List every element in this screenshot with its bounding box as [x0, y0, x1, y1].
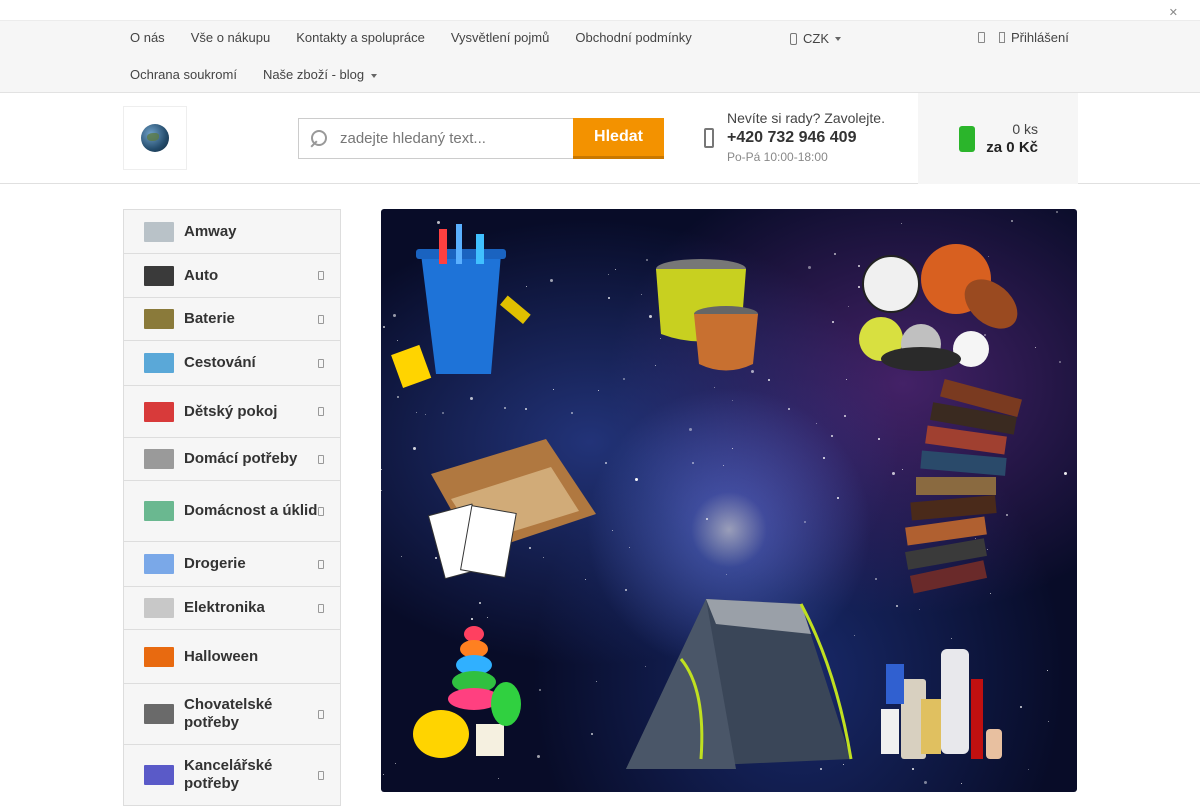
nav-link-label: Naše zboží - blog: [262, 67, 365, 82]
nav-link-nase-zbozi-blog[interactable]: Naše zboží - blog: [250, 57, 390, 93]
category-item-halloween[interactable]: Halloween: [124, 630, 340, 684]
login-link[interactable]: Přihlášení: [999, 30, 1069, 45]
category-label: Domácnost a úklid: [184, 502, 318, 519]
chevron-down-icon: [835, 36, 841, 41]
category-thumbnail-icon: [144, 265, 174, 286]
cart-icon: [959, 125, 975, 152]
top-strip: ✕: [0, 0, 1200, 21]
contact-phone[interactable]: +420 732 946 409: [727, 129, 885, 147]
close-icon[interactable]: ✕: [1169, 6, 1178, 19]
nav-link-o-nas[interactable]: O nás: [117, 21, 178, 57]
favorites-icon[interactable]: [978, 32, 985, 43]
nav-link-obchodni-podminky[interactable]: Obchodní podmínky: [562, 21, 704, 57]
category-thumbnail-icon: [144, 309, 174, 329]
globe-logo-icon: [141, 124, 169, 152]
currency-selector[interactable]: CZK: [790, 31, 841, 46]
category-thumbnail-icon: [144, 353, 174, 373]
category-item-auto[interactable]: Auto: [124, 254, 340, 298]
chevron-right-icon: [318, 271, 324, 280]
category-thumbnail-icon: [144, 401, 174, 422]
top-navigation: O nás Vše o nákupu Kontakty a spolupráce Vy…: [0, 21, 1200, 93]
category-thumbnail-icon: [144, 554, 174, 574]
user-icon: [999, 32, 1005, 43]
search-form: Hledat: [298, 118, 664, 159]
chevron-right-icon: [318, 770, 324, 780]
chevron-right-icon: [318, 506, 324, 516]
category-label: Elektronika: [184, 599, 265, 616]
category-item-drogerie[interactable]: Drogerie: [124, 542, 340, 587]
category-item-detsky-pokoj[interactable]: Dětský pokoj: [124, 386, 340, 438]
chevron-right-icon: [318, 709, 324, 719]
cart-total: za 0 Kč: [986, 139, 1038, 156]
category-thumbnail-icon: [144, 765, 174, 785]
category-thumbnail-icon: [144, 646, 174, 667]
cart-count: 0 ks: [1012, 121, 1038, 137]
chevron-down-icon: [371, 73, 378, 78]
site-logo[interactable]: [123, 106, 187, 170]
category-item-cestovani[interactable]: Cestování: [124, 341, 340, 386]
category-item-amway[interactable]: Amway: [124, 210, 340, 254]
nav-link-vse-o-nakupu[interactable]: Vše o nákupu: [178, 21, 284, 57]
category-label: Chovatelské potřeby: [184, 696, 273, 731]
nav-link-label: Ochrana soukromí: [130, 67, 237, 82]
category-thumbnail-icon: [144, 704, 174, 724]
category-label: Drogerie: [184, 555, 246, 572]
category-item-kancelarske-potreby[interactable]: Kancelářské potřeby: [124, 745, 340, 806]
category-item-domacnost-a-uklid[interactable]: Domácnost a úklid: [124, 481, 340, 542]
currency-label: CZK: [803, 31, 829, 46]
search-box: [298, 118, 573, 159]
category-thumbnail-icon: [144, 221, 174, 242]
hero-banner[interactable]: [381, 209, 1077, 792]
search-icon: [309, 129, 327, 148]
search-button[interactable]: Hledat: [573, 118, 664, 159]
category-item-elektronika[interactable]: Elektronika: [124, 587, 340, 630]
cart[interactable]: 0 ks za 0 Kč: [918, 93, 1078, 184]
category-label: Kancelářské potřeby: [184, 757, 273, 792]
chevron-right-icon: [318, 358, 324, 368]
category-label: Domácí potřeby: [184, 450, 298, 467]
chevron-right-icon: [318, 559, 324, 569]
header: Hledat Nevíte si rady? Zavolejte. +420 7…: [0, 93, 1200, 184]
category-thumbnail-icon: [144, 449, 174, 469]
nav-link-kontakty-a-spoluprace[interactable]: Kontakty a spolupráce: [283, 21, 438, 57]
nav-link-ochrana-soukromi[interactable]: Ochrana soukromí: [117, 57, 250, 93]
category-item-domaci-potreby[interactable]: Domácí potřeby: [124, 438, 340, 481]
category-label: Cestování: [184, 354, 256, 371]
contact-info: Nevíte si rady? Zavolejte. +420 732 946 …: [704, 110, 885, 164]
nav-links: O nás Vše o nákupu Kontakty a spolupráce Vy…: [117, 21, 737, 93]
phone-icon: [704, 128, 714, 148]
category-item-baterie[interactable]: Baterie: [124, 298, 340, 341]
category-thumbnail-icon: [144, 501, 174, 521]
contact-hours: Po-Pá 10:00-18:00: [727, 150, 828, 164]
category-label: Dětský pokoj: [184, 402, 278, 420]
contact-question: Nevíte si rady? Zavolejte.: [727, 110, 885, 126]
category-label: Halloween: [184, 647, 259, 665]
category-label: Amway: [184, 222, 237, 240]
user-actions: Přihlášení: [978, 30, 1069, 45]
chevron-right-icon: [318, 407, 324, 416]
nav-link-vysvetleni-pojmu[interactable]: Vysvětlení pojmů: [438, 21, 563, 57]
chevron-right-icon: [318, 603, 324, 613]
login-label: Přihlášení: [1011, 30, 1069, 45]
chevron-right-icon: [318, 454, 324, 464]
category-sidebar: Amway Auto Baterie Cestování Dětský pokoj Dom…: [123, 209, 341, 806]
category-thumbnail-icon: [144, 598, 174, 618]
search-input[interactable]: [340, 130, 560, 147]
currency-icon: [790, 32, 797, 45]
banner-illustration: [391, 224, 1022, 769]
category-label: Auto: [184, 266, 219, 284]
chevron-right-icon: [318, 314, 324, 324]
category-label: Baterie: [184, 310, 235, 327]
category-item-chovatelske-potreby[interactable]: Chovatelské potřeby: [124, 684, 340, 745]
